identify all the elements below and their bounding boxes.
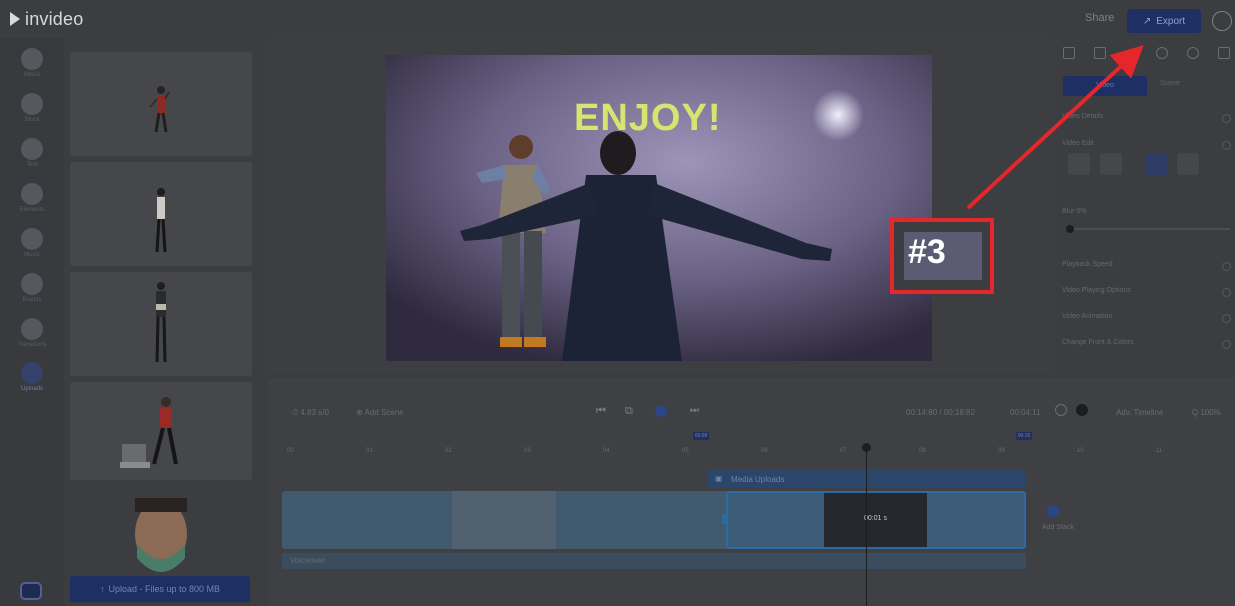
annotation-arrow (966, 45, 1144, 210)
